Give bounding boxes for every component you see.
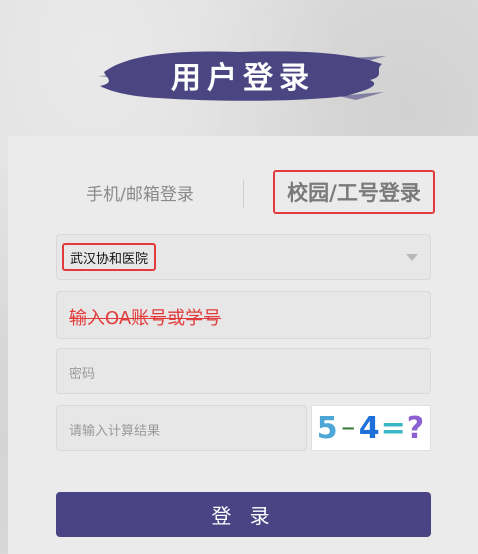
tab-divider [243,180,244,208]
login-button[interactable]: 登 录 [56,492,431,537]
account-input[interactable]: 输入OA账号或学号 [56,291,431,339]
captcha-image[interactable]: 5 − 4 = ? [311,405,431,451]
password-input[interactable]: 密码 [56,348,431,394]
captcha-char: = [380,410,407,446]
page-title: 用户登录 [171,61,315,96]
hospital-select[interactable]: 武汉协和医院 [56,234,431,280]
captcha-input-placeholder: 请输入计算结果 [69,424,161,439]
hospital-select-value: 武汉协和医院 [62,243,157,271]
captcha-char: ? [406,410,426,446]
tab-phone-email-login[interactable]: 手机/邮箱登录 [60,170,220,214]
captcha-char: 4 [358,410,381,446]
tab-campus-staff-login[interactable]: 校园/工号登录 [273,170,435,214]
captcha-char: − [340,417,357,439]
password-input-placeholder: 密码 [69,367,96,382]
account-input-placeholder: 输入OA账号或学号 [69,308,222,329]
captcha-char: 5 [316,410,339,446]
captcha-input[interactable]: 请输入计算结果 [56,405,307,451]
chevron-down-icon[interactable] [406,254,418,261]
